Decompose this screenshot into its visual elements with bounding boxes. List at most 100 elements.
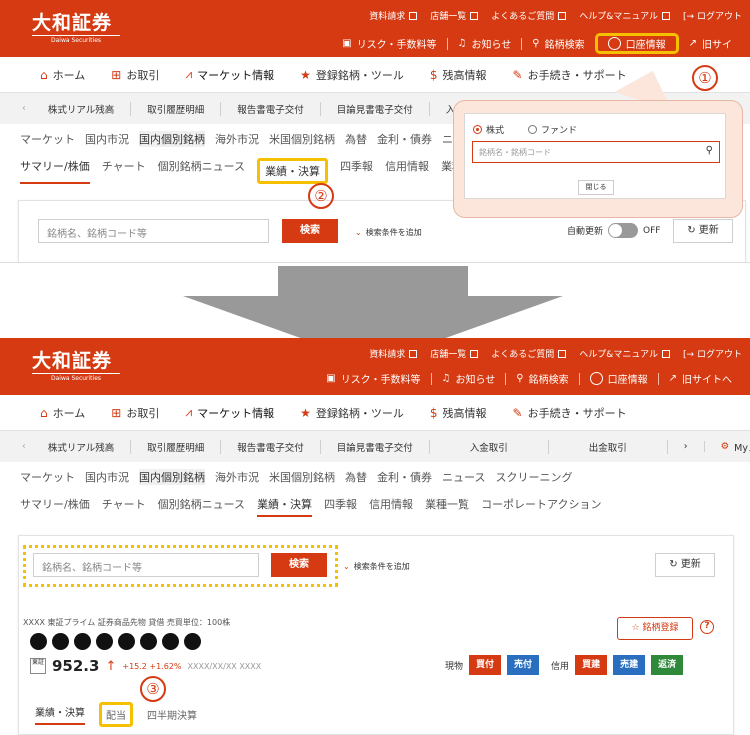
chevron-left-icon[interactable]: ‹ bbox=[22, 441, 32, 452]
margin-sell-button[interactable]: 売建 bbox=[613, 655, 646, 675]
tab-summary[interactable]: サマリー/株価 bbox=[20, 158, 90, 184]
gnav-balance[interactable]: $ 残高情報 bbox=[430, 67, 487, 83]
tab-market[interactable]: マーケット bbox=[20, 469, 75, 485]
search-input[interactable]: 銘柄名、銘柄コード等 bbox=[33, 553, 259, 577]
gnav-home[interactable]: ⌂ ホーム bbox=[40, 67, 85, 83]
tab-bonds[interactable]: 金利・債券 bbox=[377, 131, 432, 147]
popup-search-input[interactable]: 銘柄名・銘柄コード ⚲ bbox=[472, 141, 720, 163]
help-icon[interactable]: ? bbox=[700, 620, 714, 634]
chevron-right-icon[interactable]: › bbox=[668, 441, 705, 452]
tab-chart[interactable]: チャート bbox=[102, 496, 146, 517]
tab-domestic-stock[interactable]: 国内個別銘柄 bbox=[139, 131, 205, 147]
tab-corporate-action[interactable]: コーポレートアクション bbox=[481, 496, 601, 517]
logout-link[interactable]: [→ ログアウト bbox=[683, 9, 742, 22]
radio-fund[interactable]: ファンド bbox=[528, 123, 577, 136]
refresh-button[interactable]: ↻ 更新 bbox=[673, 219, 733, 243]
tab-chart[interactable]: チャート bbox=[102, 158, 146, 184]
gnav-support[interactable]: ✎ お手続き・サポート bbox=[513, 405, 627, 421]
gnav-market[interactable]: ⩘ マーケット情報 bbox=[185, 67, 274, 83]
repay-button[interactable]: 返済 bbox=[651, 655, 684, 675]
tab-domestic-market[interactable]: 国内市況 bbox=[85, 469, 129, 485]
refresh-button[interactable]: ↻ 更新 bbox=[655, 553, 715, 577]
margin-buy-button[interactable]: 買建 bbox=[575, 655, 608, 675]
util-link-faq[interactable]: よくあるご質問 bbox=[491, 9, 567, 22]
tab-stock-news[interactable]: 個別銘柄ニュース bbox=[158, 496, 245, 517]
tab-screening[interactable]: スクリーニング bbox=[495, 469, 572, 485]
add-to-watchlist-button[interactable]: ☆ 銘柄登録 bbox=[617, 617, 693, 640]
tab-industry[interactable]: 業種一覧 bbox=[425, 496, 469, 517]
tab-us-stock[interactable]: 米国個別銘柄 bbox=[269, 131, 335, 147]
sell-button[interactable]: 売付 bbox=[507, 655, 540, 675]
search-button[interactable]: 検索 bbox=[271, 553, 327, 577]
tab-fx[interactable]: 為替 bbox=[345, 469, 367, 485]
gnav-trade[interactable]: ⊞ お取引 bbox=[111, 67, 159, 83]
tab-news[interactable]: ニ bbox=[442, 131, 453, 147]
logo[interactable]: 大和証券 Daiwa Securities bbox=[32, 13, 120, 44]
popup-close-button[interactable]: 閉じる bbox=[578, 180, 614, 195]
quick-item[interactable]: 報告書電子交付 bbox=[221, 439, 321, 454]
tab-dividend[interactable]: 配当 bbox=[99, 702, 133, 727]
tab-fx[interactable]: 為替 bbox=[345, 131, 367, 147]
buy-button[interactable]: 買付 bbox=[469, 655, 502, 675]
tab-market[interactable]: マーケット bbox=[20, 131, 75, 147]
tab-shikiho[interactable]: 四季報 bbox=[340, 158, 373, 184]
quick-item[interactable]: 報告書電子交付 bbox=[221, 101, 321, 116]
old-site-link[interactable]: ↗ 旧サイトへ bbox=[659, 371, 742, 386]
gnav-watchlist[interactable]: ★ 登録銘柄・ツール bbox=[300, 67, 404, 83]
tab-earnings[interactable]: 業績・決算 bbox=[257, 496, 313, 517]
tab-us-stock[interactable]: 米国個別銘柄 bbox=[269, 469, 335, 485]
tab-summary[interactable]: サマリー/株価 bbox=[20, 496, 90, 517]
quick-item[interactable]: 出金取引 bbox=[549, 439, 668, 454]
gnav-home[interactable]: ⌂ ホーム bbox=[40, 405, 85, 421]
search-input[interactable]: 銘柄名、銘柄コード等 bbox=[38, 219, 269, 243]
risk-link[interactable]: ▣ リスク・手数料等 bbox=[316, 371, 430, 386]
account-info-button[interactable]: 口座情報 bbox=[580, 371, 658, 386]
gnav-support[interactable]: ✎ お手続き・サポート bbox=[513, 67, 627, 83]
util-link-request[interactable]: 資料請求 bbox=[369, 9, 418, 22]
advanced-search-link[interactable]: ⌄ 検索条件を追加 bbox=[355, 227, 422, 238]
util-link-help[interactable]: ヘルプ&マニュアル bbox=[579, 9, 671, 22]
tab-quarterly[interactable]: 四半期決算 bbox=[147, 707, 197, 722]
gnav-market[interactable]: ⩘ マーケット情報 bbox=[185, 405, 274, 421]
account-info-button[interactable]: 口座情報 bbox=[594, 33, 679, 54]
util-link-request[interactable]: 資料請求 bbox=[369, 347, 418, 360]
search-button[interactable]: 検索 bbox=[282, 219, 338, 243]
radio-stock[interactable]: 株式 bbox=[473, 123, 504, 136]
tab-margin[interactable]: 信用情報 bbox=[385, 158, 429, 184]
util-link-faq[interactable]: よくあるご質問 bbox=[491, 347, 567, 360]
util-link-help[interactable]: ヘルプ&マニュアル bbox=[579, 347, 671, 360]
gnav-balance[interactable]: $ 残高情報 bbox=[430, 405, 487, 421]
notice-link[interactable]: ♫ お知らせ bbox=[432, 371, 506, 386]
search-icon[interactable]: ⚲ bbox=[706, 145, 713, 156]
gnav-watchlist[interactable]: ★ 登録銘柄・ツール bbox=[300, 405, 404, 421]
tab-overseas-market[interactable]: 海外市況 bbox=[215, 469, 259, 485]
tab-bonds[interactable]: 金利・債券 bbox=[377, 469, 432, 485]
logo[interactable]: 大和証券 Daiwa Securities bbox=[32, 351, 120, 382]
tab-earnings-summary[interactable]: 業績・決算 bbox=[35, 704, 85, 725]
tab-domestic-stock[interactable]: 国内個別銘柄 bbox=[139, 469, 205, 485]
tab-domestic-market[interactable]: 国内市況 bbox=[85, 131, 129, 147]
quick-item[interactable]: 入金取引 bbox=[430, 439, 549, 454]
tab-shikiho[interactable]: 四季報 bbox=[324, 496, 357, 517]
tab-earnings[interactable]: 業績・決算 bbox=[257, 158, 329, 184]
old-site-link[interactable]: ↗ 旧サイ bbox=[679, 36, 742, 51]
mymenu-settings[interactable]: ⚙Myメニュー設定 bbox=[705, 440, 750, 454]
tab-overseas-market[interactable]: 海外市況 bbox=[215, 131, 259, 147]
tab-margin[interactable]: 信用情報 bbox=[369, 496, 413, 517]
risk-link[interactable]: ▣ リスク・手数料等 bbox=[332, 36, 446, 51]
logout-link[interactable]: [→ ログアウト bbox=[683, 347, 742, 360]
notice-link[interactable]: ♫ お知らせ bbox=[448, 36, 522, 51]
util-link-stores[interactable]: 店舗一覧 bbox=[430, 347, 479, 360]
quick-item[interactable]: 株式リアル残高 bbox=[32, 101, 132, 116]
tab-stock-news[interactable]: 個別銘柄ニュース bbox=[158, 158, 245, 184]
quick-item[interactable]: 目論見書電子交付 bbox=[321, 439, 430, 454]
tab-news[interactable]: ニュース bbox=[442, 469, 485, 485]
auto-update-toggle[interactable] bbox=[608, 223, 639, 238]
quick-item[interactable]: 株式リアル残高 bbox=[32, 439, 132, 454]
gnav-trade[interactable]: ⊞ お取引 bbox=[111, 405, 159, 421]
advanced-search-link[interactable]: ⌄ 検索条件を追加 bbox=[343, 561, 410, 572]
util-link-stores[interactable]: 店舗一覧 bbox=[430, 9, 479, 22]
quick-item[interactable]: 目論見書電子交付 bbox=[321, 101, 430, 116]
quick-item[interactable]: 取引履歴明細 bbox=[131, 101, 222, 116]
stock-search-link[interactable]: ⚲ 銘柄検索 bbox=[506, 371, 578, 386]
